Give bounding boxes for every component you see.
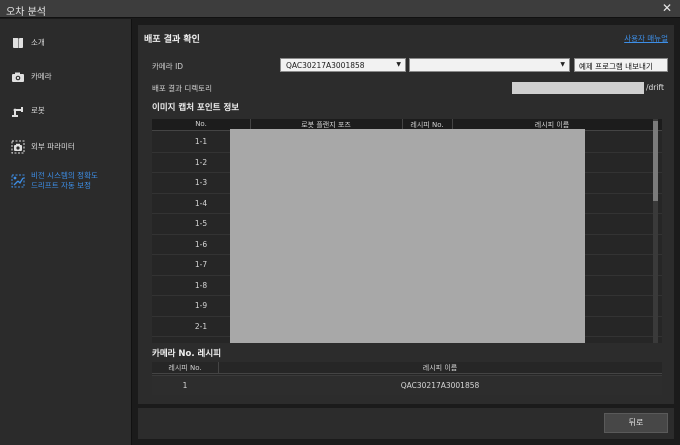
- recipe-table: 레시피 No. 레시피 이름 1 QAC30217A3001858: [152, 362, 662, 395]
- chevron-down-icon: ▼: [560, 61, 565, 68]
- sidebar-item-intro[interactable]: 소개: [0, 27, 132, 59]
- deploy-dir-path: [512, 82, 644, 94]
- sidebar-item-label: 비전 시스템의 정확도 드리프트 자동 보정: [31, 171, 98, 190]
- table-scrollbar[interactable]: [653, 119, 658, 343]
- camera-icon: [12, 72, 24, 82]
- column-header: No.: [195, 120, 207, 128]
- recipe-table-header: 레시피 No. 레시피 이름: [152, 362, 662, 374]
- sidebar-item-label: 외부 파라미터: [31, 142, 75, 151]
- book-icon: [13, 38, 23, 48]
- column-header: 레시피 이름: [422, 364, 458, 372]
- sidebar-item-label: 소개: [31, 38, 45, 47]
- sidebar-item-extrinsic[interactable]: 외부 파라미터: [0, 131, 132, 163]
- sidebar: 소개 카메라 로봇 외부 파라미터 비전 시스템의 정확도 드리프트 자동 보정: [0, 19, 132, 445]
- capture-point-table: No. 로봇 플랜지 포즈 레시피 No. 레시피 이름 1-1 1-2 1-3 1-…: [152, 119, 662, 343]
- camera-id-label: 카메라 ID: [152, 62, 184, 71]
- footer: 뒤로: [138, 408, 674, 439]
- window-title: 오차 분석: [6, 7, 46, 18]
- robot-arm-icon: [12, 107, 23, 117]
- close-icon[interactable]: ✕: [662, 1, 672, 15]
- export-sample-button[interactable]: 예제 프로그램 내보내기: [574, 58, 668, 72]
- column-header: 레시피 No.: [168, 364, 202, 372]
- capture-section-title: 이미지 캡처 포인트 정보: [152, 103, 240, 113]
- sidebar-item-label: 로봇: [31, 106, 45, 115]
- recipe-no-cell: 1: [182, 381, 188, 390]
- scrollbar-thumb[interactable]: [653, 121, 658, 201]
- camera-id-select[interactable]: QAC30217A3001858 ▼: [280, 58, 406, 72]
- sidebar-item-camera[interactable]: 카메라: [0, 61, 132, 93]
- deploy-dir-label: 배포 결과 디렉토리: [152, 84, 212, 93]
- sidebar-item-label: 카메라: [31, 72, 52, 81]
- chevron-down-icon: ▼: [396, 61, 401, 68]
- sidebar-item-robot[interactable]: 로봇: [0, 95, 132, 127]
- recipe-name-cell: QAC30217A3001858: [400, 381, 480, 390]
- drift-correction-icon: [11, 174, 25, 188]
- deploy-dir-suffix: /drift: [646, 83, 664, 92]
- back-button[interactable]: 뒤로: [604, 413, 668, 433]
- sidebar-item-drift-correction[interactable]: 비전 시스템의 정확도 드리프트 자동 보정: [0, 165, 132, 197]
- extrinsic-camera-icon: [11, 140, 25, 154]
- recipe-section-title: 카메라 No. 레시피: [152, 349, 222, 359]
- title-bar: 오차 분석 ✕: [0, 0, 680, 18]
- table-row[interactable]: 1 QAC30217A3001858: [152, 375, 662, 395]
- camera-id-value: QAC30217A3001858: [286, 61, 365, 70]
- redacted-data-region: [230, 129, 585, 343]
- main-panel: 배포 결과 확인 사용자 매뉴얼 카메라 ID QAC30217A3001858…: [138, 25, 674, 404]
- section-title: 배포 결과 확인: [144, 35, 200, 45]
- user-manual-link[interactable]: 사용자 매뉴얼: [624, 33, 668, 44]
- secondary-select[interactable]: ▼: [409, 58, 570, 72]
